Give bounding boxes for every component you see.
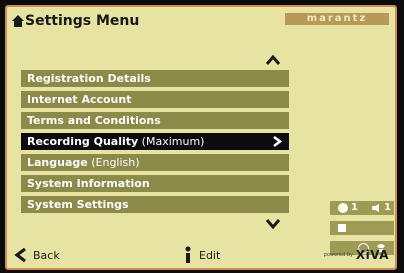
menu-item-label: System Information xyxy=(27,177,150,190)
speaker-icon[interactable] xyxy=(372,204,382,212)
edit-label: Edit xyxy=(199,249,221,262)
settings-menu: Registration Details Internet Account Te… xyxy=(21,70,289,217)
xiva-logo: XiVA xyxy=(355,248,389,262)
menu-item-label: Language xyxy=(27,156,88,169)
menu-item-internet-account[interactable]: Internet Account xyxy=(21,91,289,108)
menu-item-recording-quality[interactable]: Recording Quality (Maximum) xyxy=(21,133,289,150)
header: Settings Menu marantz xyxy=(7,7,395,35)
menu-item-label: System Settings xyxy=(27,198,129,211)
menu-item-value: (Maximum) xyxy=(138,135,205,148)
scroll-down-icon[interactable] xyxy=(265,217,281,231)
brand-logo: marantz xyxy=(285,13,389,25)
back-label: Back xyxy=(33,249,60,262)
stop-icon[interactable] xyxy=(338,224,346,232)
home-icon[interactable] xyxy=(11,14,25,28)
device-screen: Settings Menu marantz Registration Detai… xyxy=(5,5,397,270)
volume-level: 1 xyxy=(384,202,391,213)
status-bar-middle xyxy=(330,221,394,235)
info-icon[interactable] xyxy=(338,203,348,213)
footer: Back Edit powered by XiVA xyxy=(7,242,395,268)
back-arrow-icon xyxy=(14,247,26,263)
info-count: 1 xyxy=(351,202,358,213)
menu-item-label: Registration Details xyxy=(27,72,151,85)
menu-item-registration-details[interactable]: Registration Details xyxy=(21,70,289,87)
status-bar-top: 1 1 xyxy=(330,201,394,215)
menu-item-language[interactable]: Language (English) xyxy=(21,154,289,171)
info-i-icon xyxy=(185,246,191,263)
menu-item-terms-and-conditions[interactable]: Terms and Conditions xyxy=(21,112,289,129)
menu-item-system-settings[interactable]: System Settings xyxy=(21,196,289,213)
page-title: Settings Menu xyxy=(25,13,140,29)
scroll-up-icon[interactable] xyxy=(265,53,281,67)
chevron-right-icon xyxy=(273,135,283,148)
menu-item-system-information[interactable]: System Information xyxy=(21,175,289,192)
powered-by-text: powered by xyxy=(323,252,353,258)
menu-item-label: Recording Quality xyxy=(27,135,139,148)
menu-item-value: (English) xyxy=(87,156,140,169)
menu-item-label: Internet Account xyxy=(27,93,132,106)
menu-item-label: Terms and Conditions xyxy=(27,114,161,127)
